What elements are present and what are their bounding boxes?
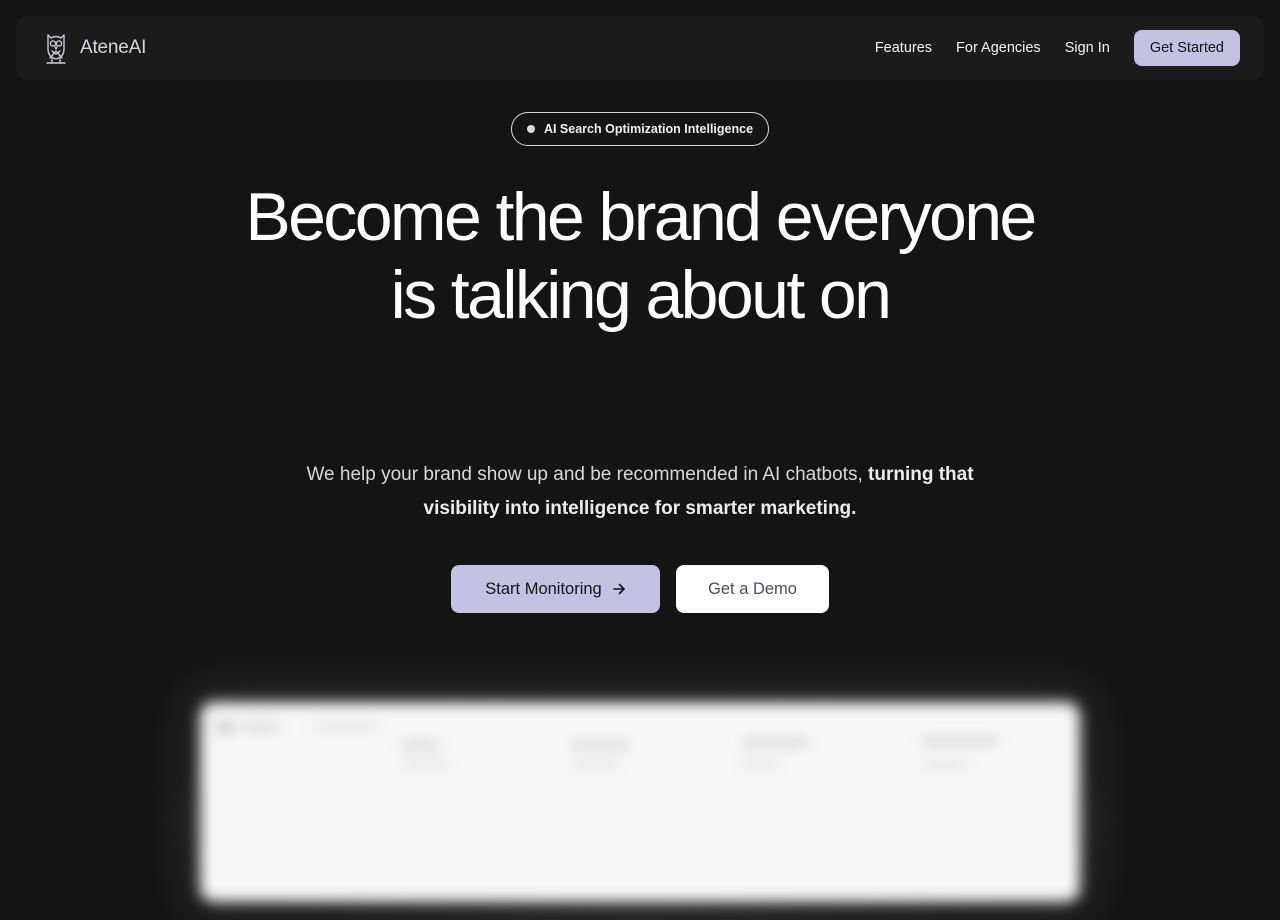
hero-headline-line-1: Become the brand everyone: [245, 179, 1037, 255]
start-monitoring-button[interactable]: Start Monitoring: [451, 565, 660, 613]
hero-headline: Become the brand everyone is talking abo…: [0, 178, 1280, 334]
dashboard-preview-line: [570, 742, 630, 748]
hero-headline-line-2: is talking about on: [390, 257, 892, 333]
brand-name: AteneAI: [80, 37, 147, 58]
status-dot-icon: [526, 125, 535, 133]
hero-subtext: We help your brand show up and be recomm…: [300, 458, 980, 526]
navbar: AteneAI Features For Agencies Sign In Ge…: [16, 16, 1264, 80]
nav-link-for-agencies[interactable]: For Agencies: [956, 40, 1041, 56]
get-a-demo-button[interactable]: Get a Demo: [676, 565, 829, 613]
dashboard-preview-line: [740, 762, 780, 768]
dashboard-preview-card: [200, 702, 1080, 902]
dashboard-preview-line: [310, 724, 380, 730]
owl-icon: [46, 34, 66, 64]
dashboard-preview-logo-icon: [218, 720, 232, 734]
dashboard-preview-line: [920, 762, 970, 768]
dashboard-preview-line: [400, 762, 450, 768]
arrow-right-icon: [612, 583, 625, 595]
dashboard-preview-line: [570, 762, 620, 768]
dashboard-preview-line: [240, 724, 280, 730]
nav-link-sign-in[interactable]: Sign In: [1065, 40, 1110, 56]
nav-link-features[interactable]: Features: [875, 40, 932, 56]
brand-home-link[interactable]: AteneAI: [44, 31, 146, 65]
dashboard-preview-line: [920, 738, 1000, 744]
hero-subtext-regular: We help your brand show up and be recomm…: [306, 464, 869, 485]
hero-badge-label: AI Search Optimization Intelligence: [543, 122, 754, 136]
get-started-button[interactable]: Get Started: [1133, 30, 1240, 66]
dashboard-preview-line: [400, 742, 440, 748]
nav-links: Features For Agencies Sign In Get Starte…: [875, 30, 1240, 66]
hero-badge: AI Search Optimization Intelligence: [511, 112, 769, 146]
dashboard-preview-line: [740, 740, 810, 746]
start-monitoring-label: Start Monitoring: [485, 579, 602, 598]
dashboard-preview: [150, 690, 1130, 920]
